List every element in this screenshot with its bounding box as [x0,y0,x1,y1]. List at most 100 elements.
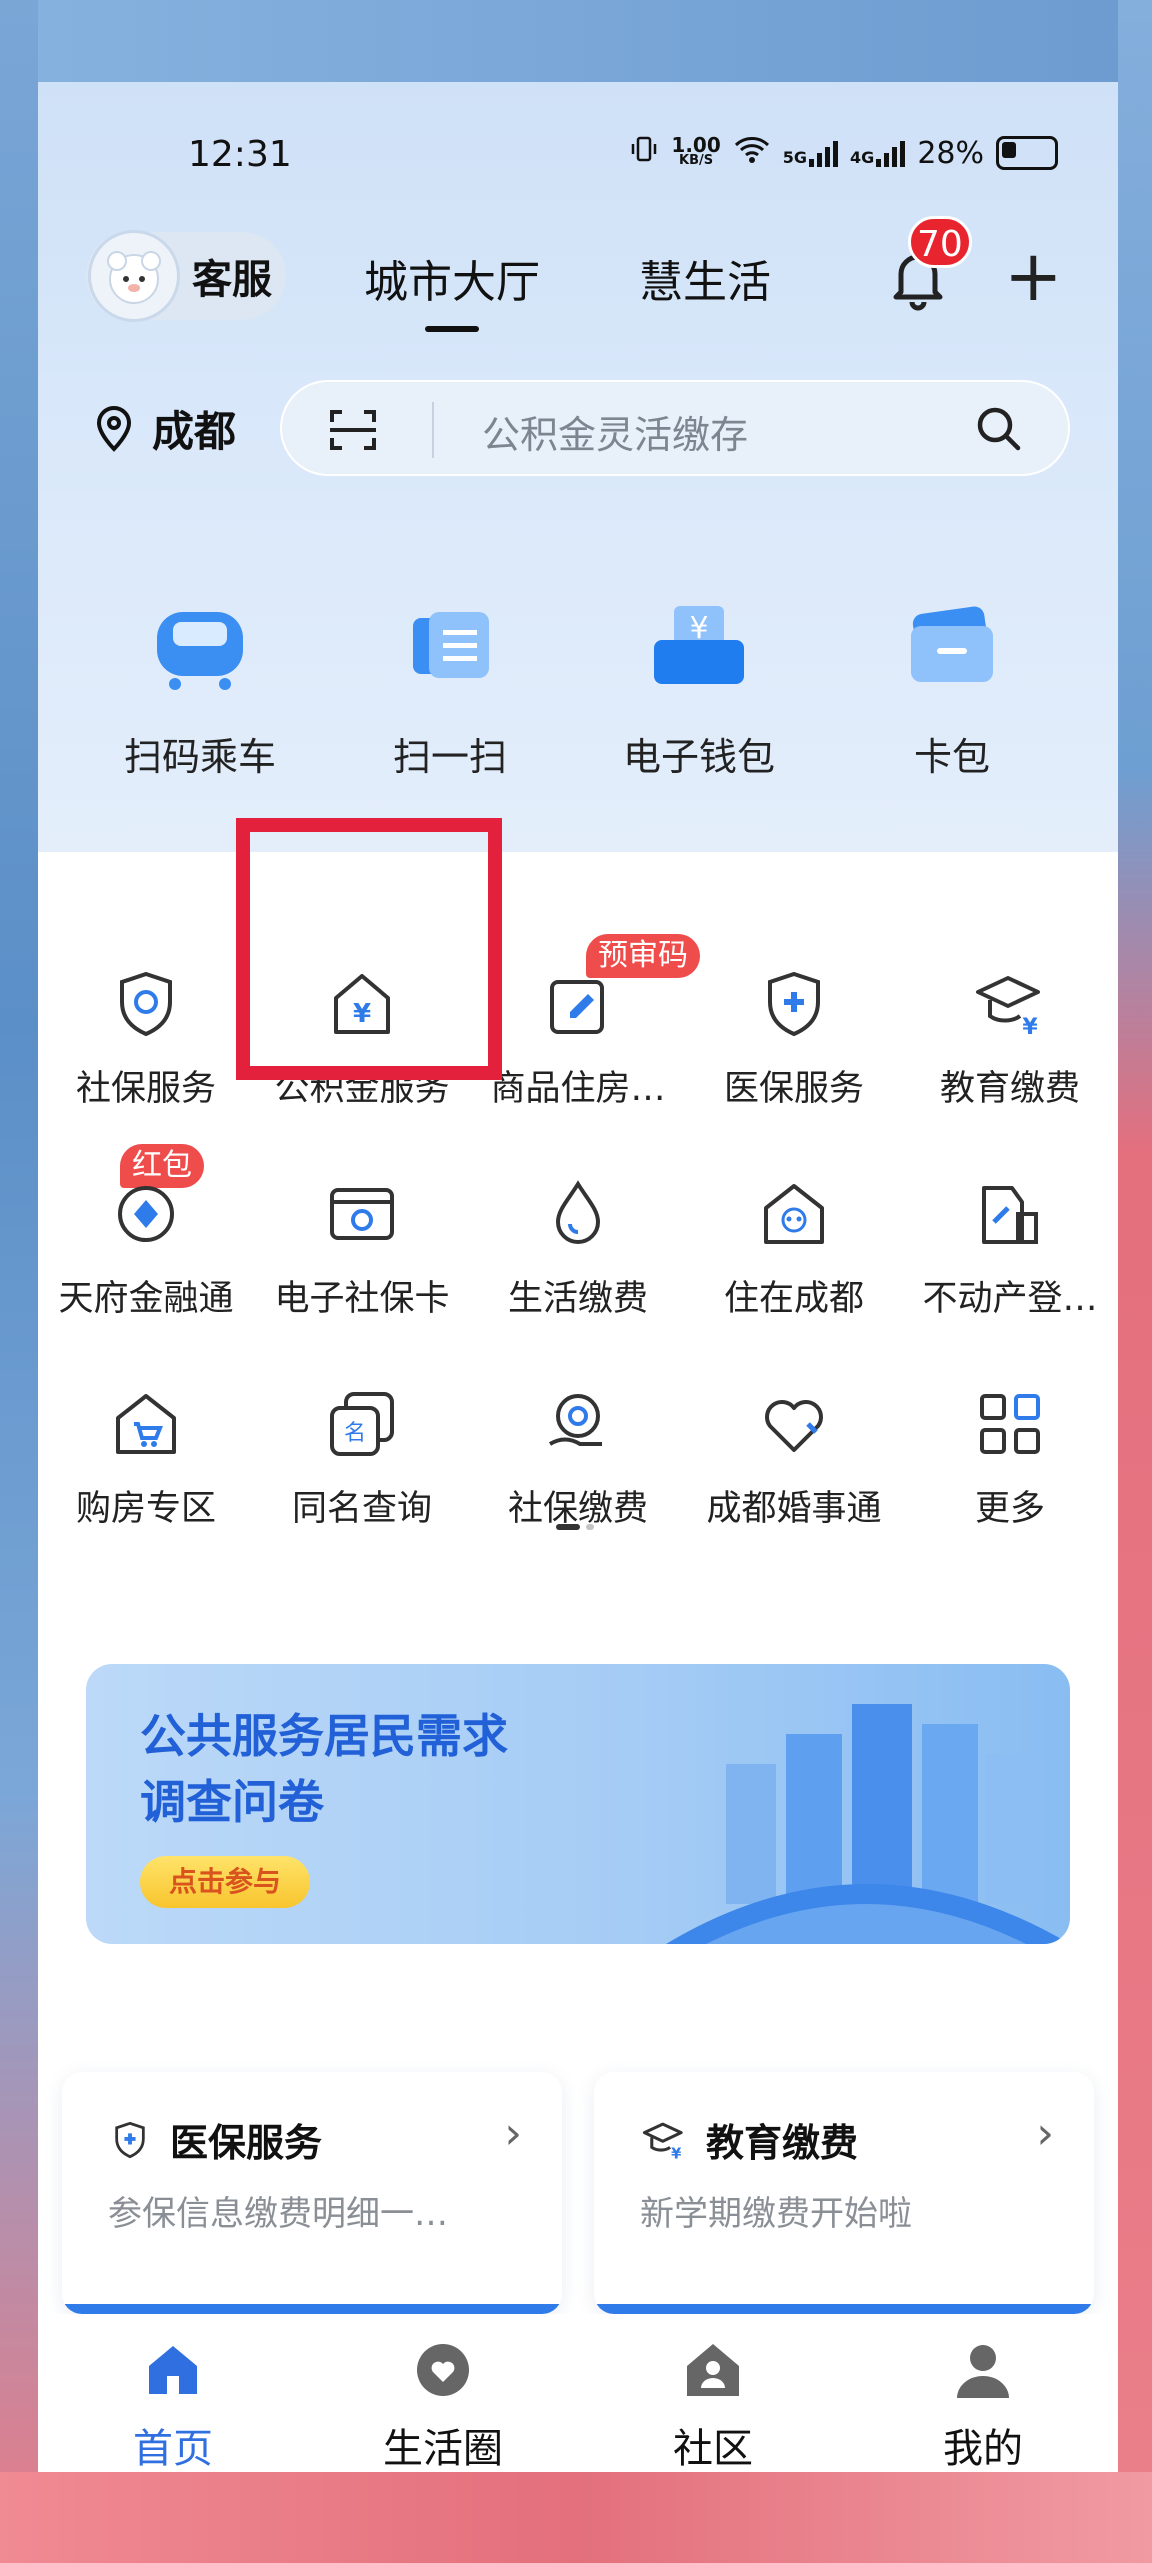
add-icon[interactable]: + [1004,241,1063,311]
service-label: 电子社保卡 [274,1279,450,1319]
quick-scan[interactable]: 扫一扫 [330,592,570,781]
service-marriage[interactable]: 成都婚事通 [686,1388,902,1531]
service-real-estate[interactable]: 不动产登… [902,1178,1118,1321]
service-label: 社保服务 [75,1069,216,1109]
scan-code-icon[interactable] [326,404,380,460]
bottom-tab-bar: 首页 生活圈 社区 我的 [38,2314,1118,2472]
shield-plus-icon [115,2121,145,2158]
location-search-bar: 成都 公积金灵活缴存 [38,380,1118,480]
page-dot [586,1524,594,1530]
phone-screen: 12:31 1.00 KB/S 5G 4G 28% 客服 城市大厅 慧生活 70… [38,82,1118,2472]
svg-text:名: 名 [344,1421,366,1446]
service-label: 不动产登… [922,1279,1098,1319]
social-pay-icon [542,1388,614,1460]
quick-scan-ride[interactable]: 扫码乘车 [80,592,320,781]
service-label: 同名查询 [291,1489,432,1529]
service-medical-insurance[interactable]: 医保服务 [686,968,902,1111]
net-speed: 1.00 KB/S [671,135,720,169]
scan-icon [395,592,505,702]
service-label: 更多 [974,1489,1045,1529]
service-label: 购房专区 [75,1489,216,1529]
search-icon[interactable] [974,404,1024,458]
highlight-box [236,818,502,1080]
search-bar[interactable]: 公积金灵活缴存 [280,380,1070,476]
community-icon [681,2338,745,2402]
service-education-fee[interactable]: ¥ 教育缴费 [902,968,1118,1111]
service-name-query[interactable]: 名 同名查询 [254,1388,470,1531]
signal-4g-label: 4G [850,148,875,167]
graduation-cap-icon: ¥ [974,968,1046,1040]
id-card-icon [326,1178,398,1250]
edit-doc-icon [542,968,614,1040]
wallet-icon: ¥ [644,592,754,702]
tab-city-hall[interactable]: 城市大厅 [364,246,540,332]
card-medical-insurance[interactable]: 医保服务 › 参保信息缴费明细一… [62,2072,562,2314]
search-divider [432,402,434,458]
customer-service-button[interactable]: 客服 [86,230,286,322]
service-social-security[interactable]: 社保服务 [38,968,254,1111]
page-indicator [556,1524,594,1530]
home-icon [141,2338,205,2402]
banner-title-line2: 调查问卷 [140,1775,324,1829]
card-subtitle: 参保信息缴费明细一… [108,2194,448,2234]
customer-service-label: 客服 [192,257,272,303]
tab-label: 生活圈 [383,2426,503,2472]
service-commercial-housing[interactable]: 预审码 商品住房… [470,934,700,1111]
service-more[interactable]: 更多 [902,1388,1118,1531]
survey-banner[interactable]: 公共服务居民需求 调查问卷 点击参与 [86,1664,1070,1944]
tab-life-circle[interactable]: 生活圈 [308,2338,578,2472]
card-accent-bar [62,2304,562,2314]
tab-label: 我的 [943,2426,1023,2472]
service-label: 生活缴费 [507,1279,648,1319]
shield-social-icon [110,968,182,1040]
signal-4g: 4G [850,139,906,167]
service-label: 成都婚事通 [706,1489,882,1529]
heart-icon [758,1388,830,1460]
net-speed-unit: KB/S [679,153,714,168]
service-utility-payment[interactable]: 生活缴费 [470,1178,686,1321]
tab-home[interactable]: 首页 [38,2338,308,2472]
service-label: 天府金融通 [58,1279,234,1319]
service-live-in-chengdu[interactable]: 住在成都 [686,1178,902,1321]
shield-plus-icon [758,968,830,1040]
svg-text:¥: ¥ [671,2145,682,2162]
background-top [0,0,1152,82]
status-time: 12:31 [188,134,292,175]
service-tianfu-finance[interactable]: 红包 天府金融通 [38,1144,254,1321]
card-subtitle: 新学期缴费开始啦 [640,2194,912,2234]
quick-card-pack[interactable]: 卡包 [832,592,1072,781]
card-education-fee[interactable]: ¥ 教育缴费 › 新学期缴费开始啦 [594,2072,1094,2314]
tab-mine[interactable]: 我的 [848,2338,1118,2472]
tab-community[interactable]: 社区 [578,2338,848,2472]
user-icon [951,2338,1015,2402]
service-label: 住在成都 [723,1279,864,1319]
graduation-cap-icon: ¥ [642,2122,683,2162]
city-selector[interactable]: 成都 [94,398,236,459]
building-doc-icon [974,1178,1046,1250]
city-skyline-illustration [666,1704,1070,1944]
tab-smart-life[interactable]: 慧生活 [639,246,771,310]
svg-text:¥: ¥ [1022,1015,1038,1040]
card-header: ¥ 教育缴费 [642,2112,858,2167]
card-title: 教育缴费 [706,2121,859,2165]
quick-label: 卡包 [913,735,990,779]
background-left [0,0,38,2563]
search-placeholder: 公积金灵活缴存 [482,413,749,457]
status-bar: 12:31 1.00 KB/S 5G 4G 28% [38,132,1118,192]
panda-house-icon [758,1178,830,1250]
house-cart-icon [110,1388,182,1460]
background-right [1118,0,1152,2563]
tab-label: 首页 [133,2426,213,2472]
notification-badge: 70 [908,216,972,268]
banner-join-button[interactable]: 点击参与 [140,1856,310,1908]
chevron-right-icon: › [504,2108,522,2159]
service-house-purchase[interactable]: 购房专区 [38,1388,254,1531]
service-label: 医保服务 [723,1069,864,1109]
quick-wallet[interactable]: ¥ 电子钱包 [579,592,819,781]
top-navigation: 客服 城市大厅 慧生活 70 + [38,216,1118,342]
location-pin-icon [96,405,132,452]
service-e-social-card[interactable]: 电子社保卡 [254,1178,470,1321]
service-social-payment[interactable]: 社保缴费 [470,1388,686,1531]
service-label: 教育缴费 [939,1069,1080,1109]
life-circle-icon [411,2338,475,2402]
